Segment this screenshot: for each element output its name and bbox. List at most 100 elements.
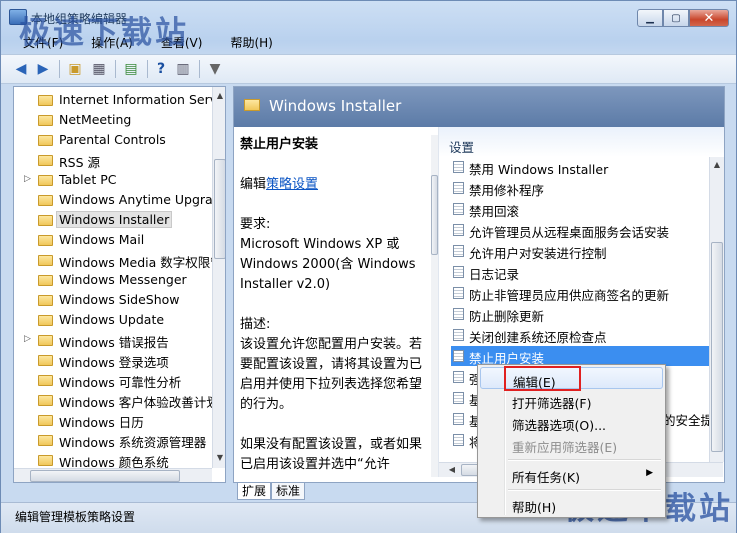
settings-scroll-up-icon[interactable]: ▲: [710, 158, 724, 172]
context-filter-options-label: 筛选器选项(O)...: [512, 418, 607, 433]
tab-standard[interactable]: 标准: [271, 483, 306, 500]
tree-item[interactable]: Windows 日历: [14, 410, 214, 430]
context-all-tasks[interactable]: 所有任务(K) ▶: [480, 463, 663, 485]
folder-icon: [38, 115, 53, 126]
policy-setting-icon: [453, 224, 464, 236]
tree-item-label: Windows SideShow: [59, 292, 180, 307]
folder-icon: [38, 415, 53, 426]
tree-item[interactable]: Parental Controls: [14, 130, 214, 150]
up-folder-icon[interactable]: ▣: [65, 59, 85, 79]
tree-item[interactable]: Windows Media 数字权限管: [14, 250, 223, 270]
tree-item[interactable]: Windows 系统资源管理器: [14, 430, 214, 450]
scroll-down-icon[interactable]: ▼: [213, 451, 225, 465]
tree-item-label: RSS 源: [59, 155, 101, 170]
export-list-icon[interactable]: ▤: [121, 59, 141, 79]
tree-item[interactable]: Windows 客户体验改善计划: [14, 390, 219, 410]
folder-icon: [38, 395, 53, 406]
policy-row[interactable]: 关闭创建系统还原检查点: [451, 325, 711, 345]
context-reapply-filter-label: 重新应用筛选器(E): [512, 440, 618, 455]
tree-item-label: Windows 错误报告: [59, 335, 169, 350]
forward-arrow-icon[interactable]: ▶: [33, 59, 53, 79]
tree-item[interactable]: Windows Messenger: [14, 270, 214, 290]
policy-row[interactable]: 防止删除更新: [451, 304, 711, 324]
folder-icon: [38, 155, 53, 166]
policy-row[interactable]: 禁用修补程序: [451, 178, 711, 198]
tree-item[interactable]: Windows 颜色系统: [14, 450, 214, 470]
filter-icon[interactable]: ▼: [205, 59, 225, 79]
tree-item[interactable]: ▷ Windows 错误报告: [14, 330, 214, 350]
folder-icon: [38, 235, 53, 246]
folder-icon: [38, 435, 53, 446]
policy-row[interactable]: 日志记录: [451, 262, 711, 282]
main-window: 本地组策略编辑器 ▁ ▢ ✕ 文件(F) 操作(A) 查看(V) 帮助(H) 极…: [0, 0, 737, 533]
policy-row-label: 禁用回滚: [469, 204, 520, 219]
tree-item-label: Windows Anytime Upgrad: [59, 192, 221, 207]
tree-item-label: Parental Controls: [59, 132, 166, 147]
tree-item-label: Windows Mail: [59, 232, 145, 247]
tree-item[interactable]: Windows Mail: [14, 230, 214, 250]
tree-item[interactable]: Windows SideShow: [14, 290, 214, 310]
tree-item[interactable]: Windows Installer: [14, 210, 214, 230]
policy-row-label: 关闭创建系统还原检查点: [469, 330, 607, 345]
folder-icon: [38, 95, 53, 106]
edit-policy-link[interactable]: 策略设置: [266, 177, 318, 192]
tree-item[interactable]: Windows 可靠性分析: [14, 370, 214, 390]
tree-item[interactable]: Windows Update: [14, 310, 214, 330]
policy-row-label: 允许管理员从远程桌面服务会话安装: [469, 225, 670, 240]
minimize-button[interactable]: ▁: [637, 9, 663, 27]
policy-row[interactable]: 禁用 Windows Installer: [451, 157, 711, 177]
policy-setting-icon: [453, 329, 464, 341]
policy-row-label: 允许用户对安装进行控制: [469, 246, 607, 261]
tree-item[interactable]: RSS 源: [14, 150, 214, 170]
description-text-2: 如果没有配置该设置，或者如果已启用该设置并选中“允许: [240, 437, 423, 472]
close-button[interactable]: ✕: [689, 9, 729, 27]
settings-column-header[interactable]: 设置: [449, 137, 474, 156]
context-reapply-filter[interactable]: 重新应用筛选器(E): [480, 433, 663, 455]
policy-row[interactable]: 允许用户对安装进行控制: [451, 241, 711, 261]
policy-row-label: 防止删除更新: [469, 309, 545, 324]
tree-item-label: Windows 系统资源管理器: [59, 435, 207, 450]
policy-row[interactable]: 禁用回滚: [451, 199, 711, 219]
settings-scroll-thumb[interactable]: [711, 242, 723, 452]
requirements-text: Microsoft Windows XP 或 Windows 2000(含 Wi…: [240, 237, 416, 292]
tree-item[interactable]: Windows 登录选项: [14, 350, 214, 370]
expand-icon[interactable]: ▷: [24, 334, 34, 344]
tree-hscroll-thumb[interactable]: [30, 470, 180, 482]
policy-setting-icon: [453, 266, 464, 278]
folder-icon: [38, 195, 53, 206]
tree-item-label: Windows Messenger: [59, 272, 187, 287]
tree-item[interactable]: ▷ Tablet PC: [14, 170, 214, 190]
context-filter-options[interactable]: 筛选器选项(O)...: [480, 411, 663, 433]
folder-icon: [244, 99, 260, 111]
folder-icon: [38, 295, 53, 306]
tab-extended[interactable]: 扩展: [237, 483, 272, 500]
back-arrow-icon[interactable]: ◀: [11, 59, 31, 79]
context-open-filter[interactable]: 打开筛选器(F): [480, 389, 663, 411]
folder-icon: [38, 455, 53, 466]
expand-icon[interactable]: ▷: [24, 174, 34, 184]
properties-icon[interactable]: ▥: [173, 59, 193, 79]
show-tree-icon[interactable]: ▦: [89, 59, 109, 79]
description-scrollbar[interactable]: [431, 135, 438, 477]
edit-prefix: 编辑: [240, 177, 267, 192]
menu-help[interactable]: 帮助(H): [224, 32, 278, 52]
description-scroll-thumb[interactable]: [431, 175, 438, 255]
policy-row-label: 防止非管理员应用供应商签名的更新: [469, 288, 670, 303]
context-help[interactable]: 帮助(H): [480, 493, 663, 515]
close-icon: ✕: [703, 10, 715, 26]
policy-row[interactable]: 禁止用户安装: [451, 346, 711, 366]
tree-item[interactable]: Internet Information Servi: [14, 90, 221, 110]
tree-scroll-thumb[interactable]: [214, 159, 225, 259]
settings-vertical-scrollbar[interactable]: ▲: [709, 157, 724, 462]
help-icon[interactable]: ?: [151, 59, 171, 79]
maximize-button[interactable]: ▢: [663, 9, 689, 27]
tree-item[interactable]: NetMeeting: [14, 110, 214, 130]
tree-horizontal-scrollbar[interactable]: [14, 468, 212, 482]
policy-row[interactable]: 防止非管理员应用供应商签名的更新: [451, 283, 711, 303]
tree-item-label: Windows 登录选项: [59, 355, 169, 370]
scroll-up-icon[interactable]: ▲: [213, 89, 225, 103]
tree-vertical-scrollbar[interactable]: ▲ ▼: [212, 87, 225, 468]
policy-row[interactable]: 允许管理员从远程桌面服务会话安装: [451, 220, 711, 240]
settings-scroll-left-icon[interactable]: ◀: [445, 463, 459, 477]
tree-item[interactable]: Windows Anytime Upgrad: [14, 190, 221, 210]
